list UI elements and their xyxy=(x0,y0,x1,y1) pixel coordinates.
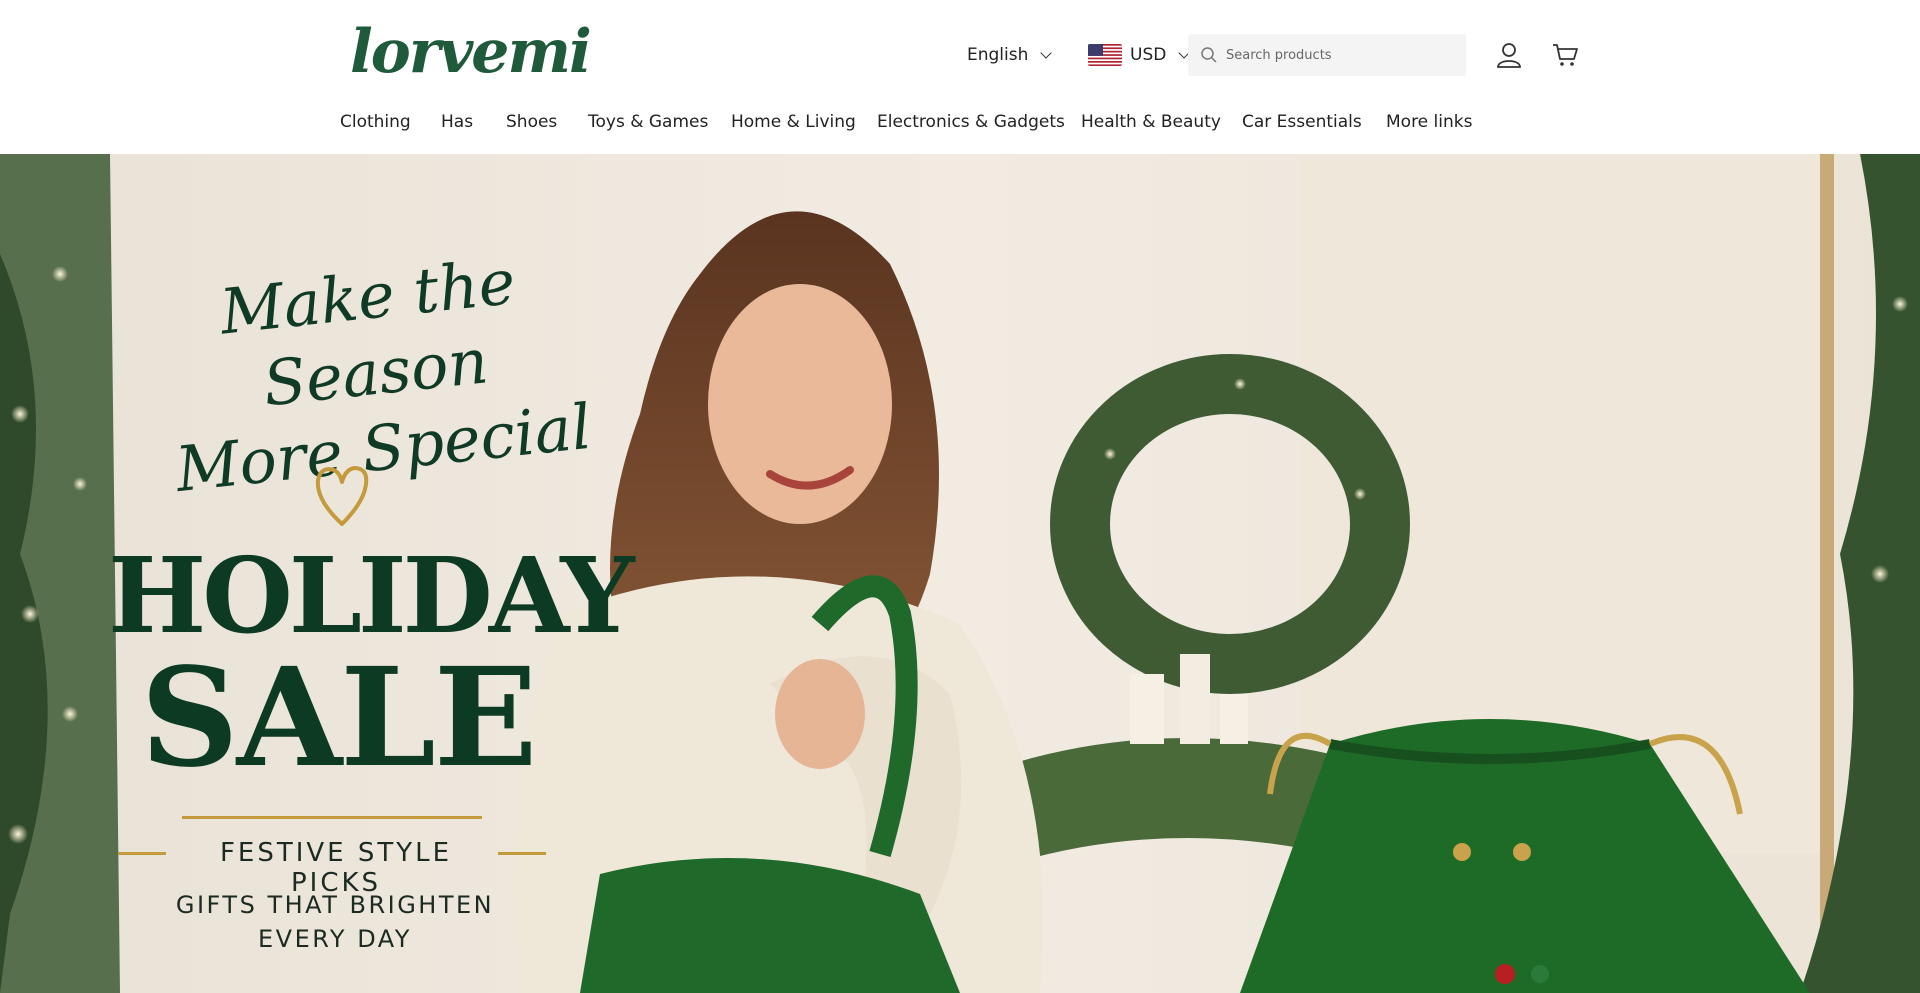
chevron-down-icon xyxy=(1040,47,1053,59)
hero-banner[interactable]: Make the Season More Special HOLIDAY SAL… xyxy=(0,154,1920,993)
search-icon xyxy=(1201,47,1217,63)
nav-item-home-living[interactable]: Home & Living xyxy=(731,112,856,132)
hero-subline-2: EVERY DAY xyxy=(258,925,412,953)
logo-wordmark: lorvemi xyxy=(350,17,592,87)
language-selector[interactable]: English xyxy=(967,42,1053,68)
heart-icon xyxy=(315,466,369,526)
nav-item-car-essentials[interactable]: Car Essentials xyxy=(1242,112,1362,132)
cart-icon xyxy=(1553,44,1578,66)
nav-item-shoes[interactable]: Shoes xyxy=(506,112,557,132)
account-button[interactable] xyxy=(1492,38,1526,72)
divider-line-left xyxy=(118,852,166,855)
nav-item-toys-games[interactable]: Toys & Games xyxy=(588,112,708,132)
brand-logo[interactable]: lorvemi xyxy=(348,17,594,87)
hero-subline-1: GIFTS THAT BRIGHTEN xyxy=(175,891,495,919)
divider-line xyxy=(182,816,482,819)
hero-subline: GIFTS THAT BRIGHTEN EVERY DAY xyxy=(130,888,540,956)
search-bar[interactable] xyxy=(1188,34,1466,76)
language-label: English xyxy=(967,45,1029,65)
currency-selector[interactable]: USD xyxy=(1088,42,1190,68)
nav-item-more-links[interactable]: More links xyxy=(1386,112,1472,132)
site-header: lorvemi English USD Search products Clot… xyxy=(0,0,1920,154)
cart-button[interactable] xyxy=(1548,38,1582,72)
us-flag-icon xyxy=(1088,44,1122,66)
nav-item-electronics-gadgets[interactable]: Electronics & Gadgets xyxy=(877,112,1065,132)
logo-text: lorvemi xyxy=(350,20,590,84)
hero-script-headline: Make the Season More Special xyxy=(130,235,621,511)
nav-item-clothing[interactable]: Clothing xyxy=(340,112,411,132)
currency-label: USD xyxy=(1130,45,1167,65)
search-input[interactable] xyxy=(1226,47,1446,63)
user-icon xyxy=(1497,43,1521,68)
nav-item-has[interactable]: Has xyxy=(441,112,473,132)
hero-title-holiday: HOLIDAY xyxy=(108,534,635,657)
hero-title-sale: SALE xyxy=(140,638,537,798)
main-nav: Clothing Has Shoes Toys & Games Home & L… xyxy=(0,112,1920,142)
divider-line-right xyxy=(498,852,546,855)
nav-item-health-beauty[interactable]: Health & Beauty xyxy=(1081,112,1221,132)
